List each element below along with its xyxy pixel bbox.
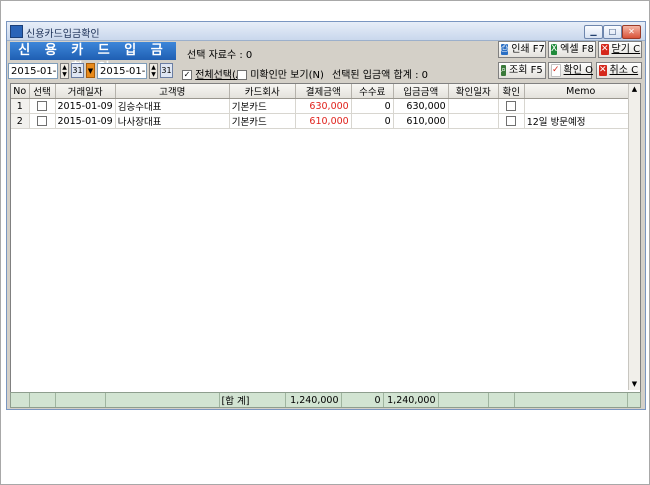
table-row[interactable]: 2 2015-01-09 나사장대표 기본카드 610,000 0 610,00… [11,113,638,129]
confirm-button[interactable]: ✓ 확인 O [548,62,593,79]
row-card-company[interactable]: 기본카드 [229,98,296,114]
row-customer[interactable]: 김승수대표 [115,98,230,114]
unconfirmed-only-checkbox[interactable]: 미확인만 보기(N) [237,66,324,81]
app-icon [10,25,23,38]
totals-table-row: [합 계] 1,240,000 0 1,240,000 [11,393,628,407]
totals-fee: 0 [341,393,384,407]
col-header-date[interactable]: 거래일자 [55,84,116,99]
search-icon: ⌕ [501,65,507,76]
scroll-down-icon[interactable]: ▼ [629,379,640,390]
window-title: 신용카드입금확인 [26,29,100,40]
date-from-spinner[interactable]: ▲ ▼ [60,63,69,79]
selected-count-label: 선택 자료수 : 0 [187,50,253,61]
row-confirm-checkbox[interactable] [498,98,525,114]
row-memo[interactable] [524,98,638,114]
row-payment[interactable]: 610,000 [295,113,352,129]
close-button[interactable]: ✕ 닫기 C [598,41,642,58]
print-button[interactable]: ⎙ 인쇄 F7 [498,41,546,58]
row-number: 2 [11,113,30,129]
page-banner: 신 용 카 드 입 금 확 인 [10,42,176,76]
select-box[interactable] [37,116,47,126]
excel-icon: X [551,44,558,55]
row-confirm-checkbox[interactable] [498,113,525,129]
grid-header-row: No 선택 거래일자 고객명 카드회사 결제금액 수수료 입금금액 확인일자 확… [11,84,638,99]
print-icon: ⎙ [501,44,509,55]
search-button[interactable]: ⌕ 조회 F5 [498,62,546,79]
select-all-box[interactable]: ✓ [182,70,192,80]
excel-button[interactable]: X 엑셀 F8 [548,41,596,58]
cancel-icon: ✕ [599,65,607,76]
app-window: 신용카드입금확인 ▁ □ ✕ 신 용 카 드 입 금 확 인 선택 자료수 : … [6,21,646,410]
row-date[interactable]: 2015-01-09 [55,98,116,114]
row-deposit[interactable]: 610,000 [393,113,449,129]
confirm-box[interactable] [506,101,517,111]
totals-deposit: 1,240,000 [383,393,439,407]
col-header-fee[interactable]: 수수료 [351,84,394,99]
totals-label: [합 계] [219,393,286,407]
col-header-confirm-date[interactable]: 확인일자 [448,84,499,99]
col-header-payment[interactable]: 결제금액 [295,84,352,99]
row-memo[interactable]: 12일 방문예정 [524,113,638,129]
minimize-button[interactable]: ▁ [584,25,603,39]
date-to-input[interactable]: 2015-01-09 [97,63,147,93]
totals-row: [합 계] 1,240,000 0 1,240,000 [10,392,641,408]
title-bar: 신용카드입금확인 ▁ □ ✕ [7,22,645,41]
col-header-customer[interactable]: 고객명 [115,84,230,99]
select-box[interactable] [37,101,47,111]
row-select-checkbox[interactable] [29,113,56,129]
grid-table: No 선택 거래일자 고객명 카드회사 결제금액 수수료 입금금액 확인일자 확… [11,84,638,129]
row-fee[interactable]: 0 [351,113,394,129]
row-confirm-date[interactable] [448,113,499,129]
row-confirm-date[interactable] [448,98,499,114]
table-row[interactable]: 1 2015-01-09 김승수대표 기본카드 630,000 0 630,00… [11,98,638,114]
vertical-scrollbar[interactable]: ▲ ▼ [628,84,640,390]
row-customer[interactable]: 나사장대표 [115,113,230,129]
row-fee[interactable]: 0 [351,98,394,114]
calendar-to-icon[interactable]: 31 [160,63,173,78]
row-card-company[interactable]: 기본카드 [229,113,296,129]
totals-payment: 1,240,000 [285,393,342,407]
col-header-card-company[interactable]: 카드회사 [229,84,296,99]
confirm-box[interactable] [506,116,517,126]
totals-table: [합 계] 1,240,000 0 1,240,000 [11,393,628,407]
col-header-select[interactable]: 선택 [29,84,56,99]
close-window-button[interactable]: ✕ [622,25,641,39]
cancel-button[interactable]: ✕ 취소 C [596,62,642,79]
maximize-button[interactable]: □ [603,25,622,39]
close-icon: ✕ [601,44,609,55]
col-header-confirm[interactable]: 확인 [498,84,525,99]
date-to-spinner[interactable]: ▲ ▼ [149,63,158,79]
date-from-input[interactable]: 2015-01-01 [8,63,58,93]
row-select-checkbox[interactable] [29,98,56,114]
unconfirmed-only-box[interactable] [237,70,247,80]
col-header-deposit[interactable]: 입금금액 [393,84,449,99]
checkmark-icon: ✓ [551,64,561,77]
col-header-memo[interactable]: Memo [524,84,638,99]
col-header-no[interactable]: No [11,84,30,99]
deposit-grid[interactable]: No 선택 거래일자 고객명 카드회사 결제금액 수수료 입금금액 확인일자 확… [10,83,641,393]
selected-total-label: 선택된 입금액 합계 : 0 [332,70,429,81]
row-date[interactable]: 2015-01-09 [55,113,116,129]
scroll-up-icon[interactable]: ▲ [629,84,640,95]
row-payment[interactable]: 630,000 [295,98,352,114]
date-dropdown-arrow-icon[interactable]: ▼ [86,63,95,78]
row-deposit[interactable]: 630,000 [393,98,449,114]
calendar-from-icon[interactable]: 31 [71,63,84,78]
row-number: 1 [11,98,30,114]
